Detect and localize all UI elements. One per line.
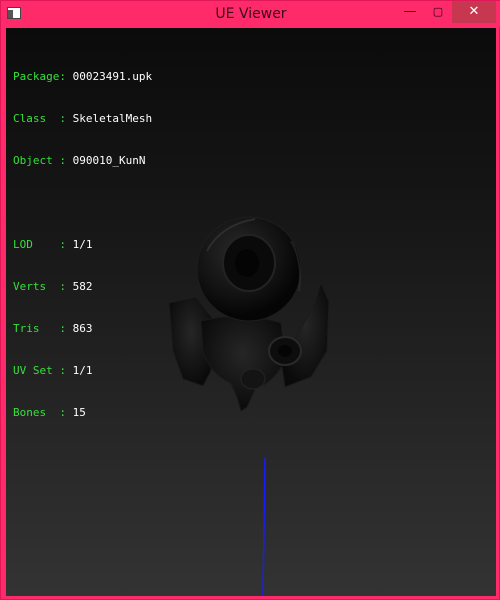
app-window: UE Viewer — ▢ ✕ Package: 00023491.upk Cl… bbox=[0, 0, 500, 600]
title-bar[interactable]: UE Viewer — ▢ ✕ bbox=[1, 1, 500, 27]
minimize-button[interactable]: — bbox=[397, 1, 423, 23]
maximize-button[interactable]: ▢ bbox=[425, 1, 451, 23]
z-axis-line bbox=[262, 457, 266, 596]
3d-viewport[interactable]: Package: 00023491.upk Class : SkeletalMe… bbox=[6, 28, 496, 596]
skeletal-mesh-render bbox=[168, 216, 330, 411]
close-button[interactable]: ✕ bbox=[452, 1, 496, 23]
